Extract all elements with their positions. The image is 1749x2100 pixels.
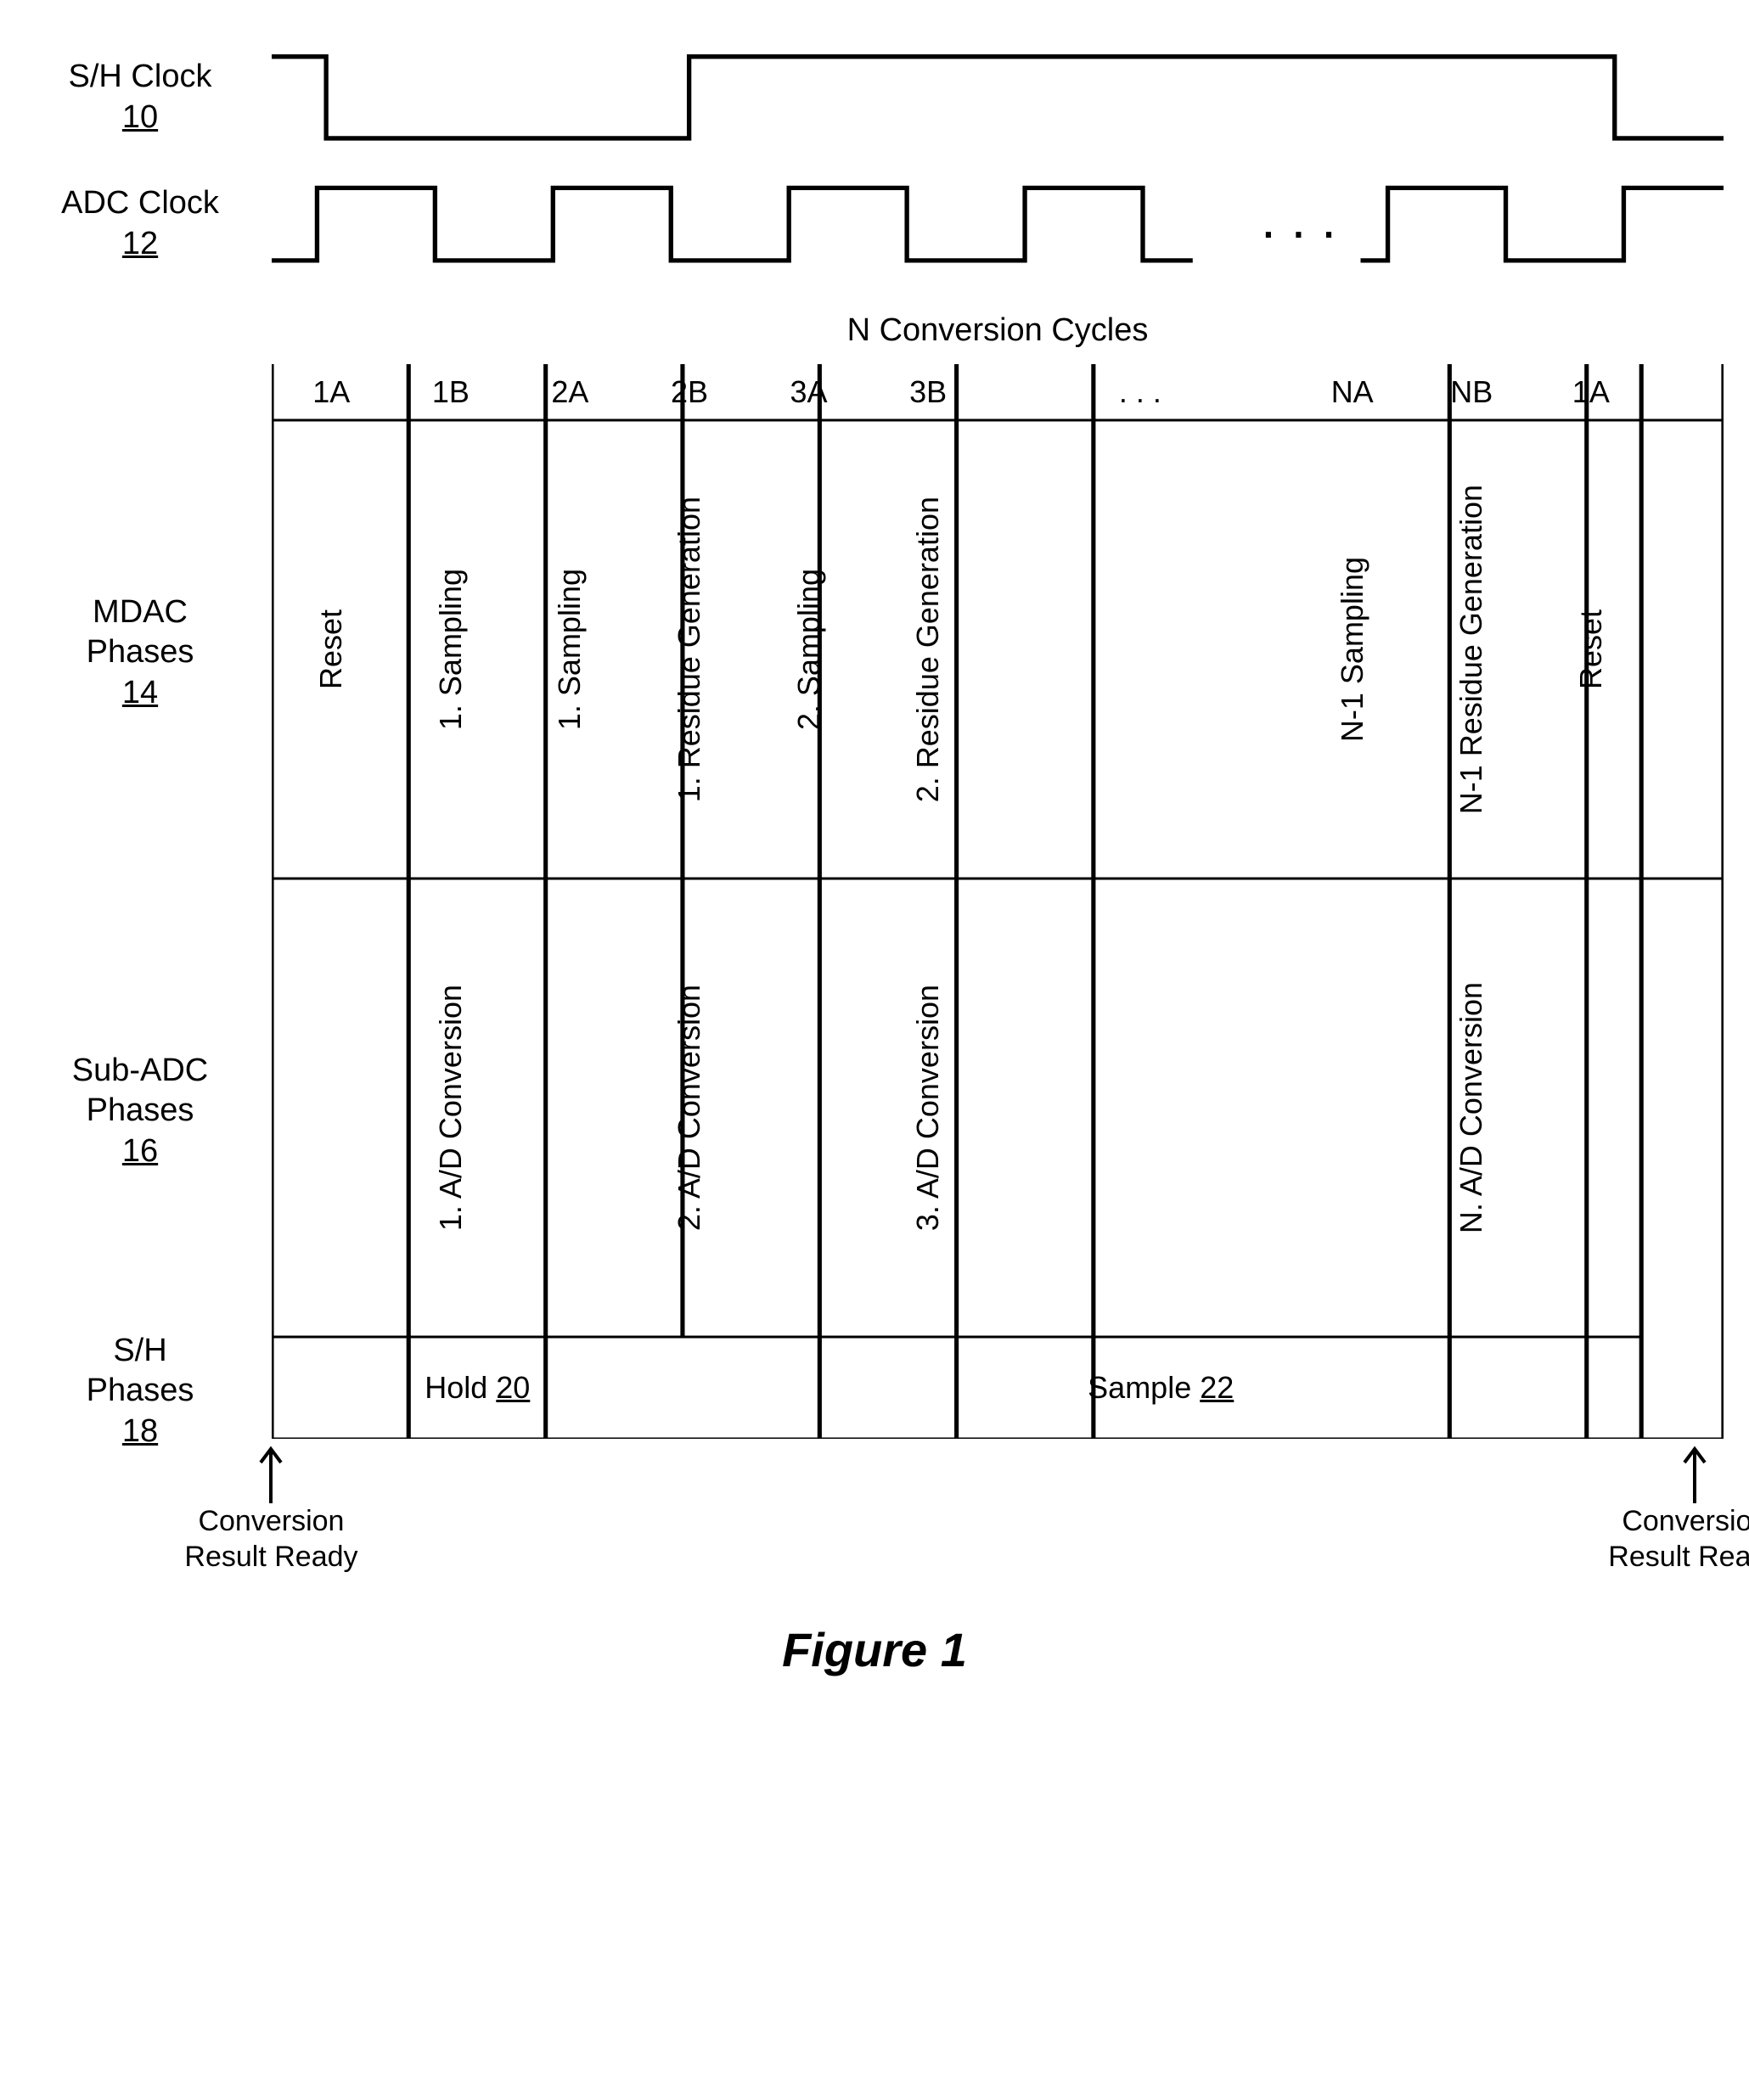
mdac-1B: 1. Sampling [433,569,469,730]
subadc-1B: 1. A/D Conversion [433,985,469,1231]
sh-clock-waveform [272,34,1724,161]
grid-lines [272,364,1724,1439]
mdac-2A: 1. Sampling [552,569,588,730]
arrow-up-icon [1679,1444,1710,1503]
adc-clock-text: ADC Clock [61,183,219,224]
subadc-label: Sub-ADC Phases 16 [25,879,272,1337]
sh-clock-label: S/H Clock 10 [25,34,272,161]
sh-phases-text: S/H Phases [87,1331,194,1412]
sh-clock-text: S/H Clock [69,57,212,98]
adc-clock-waveform: . . . [272,170,1724,278]
mdac-3A: 2. Sampling [791,569,827,730]
mdac-1A-2: Reset [1573,609,1609,689]
subadc-NB: N. A/D Conversion [1454,982,1489,1233]
mdac-NA: N-1 Sampling [1335,557,1370,742]
subadc-2B: 2. A/D Conversion [672,985,707,1231]
figure-title: Figure 1 [25,1622,1724,1677]
subadc-3B: 3. A/D Conversion [910,985,946,1231]
adc-clock-ref: 12 [122,224,158,265]
conversion-ready-left-text: Conversion Result Ready [184,1503,357,1575]
mdac-text: MDAC Phases [87,592,194,673]
phase-grid: MDAC Phases 14 Sub-ADC Phases 16 S/H Pha… [25,364,1724,1439]
subadc-text: Sub-ADC Phases [72,1051,209,1131]
subadc-ref: 16 [122,1131,158,1172]
svg-text:. . .: . . . [1261,188,1336,250]
mdac-1A: Reset [313,609,349,689]
arrow-up-icon [256,1444,286,1503]
adc-clock-row: ADC Clock 12 . . . [25,170,1724,278]
mdac-NB: N-1 Residue Generation [1454,485,1489,814]
sh-clock-ref: 10 [122,98,158,138]
mdac-ref: 14 [122,673,158,714]
conversion-ready-right-text: Conversion Result Ready [1608,1503,1749,1575]
conversion-ready-left: Conversion Result Ready [184,1444,357,1575]
timing-diagram: S/H Clock 10 ADC Clock 12 . . . N Conver… [25,34,1724,1677]
adc-clock-label: ADC Clock 12 [25,170,272,278]
sh-phases-label: S/H Phases 18 [25,1337,272,1439]
sh-clock-row: S/H Clock 10 [25,34,1724,161]
cycles-title-row: N Conversion Cycles [25,312,1724,356]
bottom-annotations: Conversion Result Ready Conversion Resul… [25,1444,1724,1597]
conversion-ready-right: Conversion Result Ready [1608,1444,1749,1575]
mdac-2B: 1. Residue Generation [672,497,707,802]
mdac-label: MDAC Phases 14 [25,420,272,879]
mdac-3B: 2. Residue Generation [910,497,946,802]
cycles-title: N Conversion Cycles [847,312,1149,349]
